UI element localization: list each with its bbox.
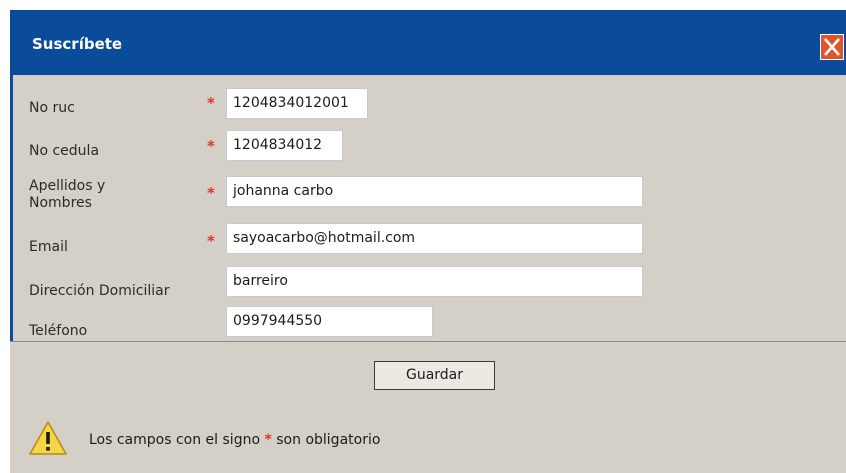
email-required-marker: * (207, 232, 215, 250)
note-text-before: Los campos con el signo (89, 432, 261, 448)
names-input[interactable]: johanna carbo (226, 176, 643, 207)
dialog-titlebar: Suscríbete (10, 10, 846, 75)
note-text-after: son obligatorio (276, 432, 381, 448)
dialog-title: Suscríbete (32, 35, 123, 53)
close-icon (824, 38, 840, 56)
ruc-label: No ruc (29, 100, 75, 116)
phone-label: Teléfono (29, 323, 88, 339)
names-required-marker: * (207, 184, 215, 202)
address-label: Dirección Domiciliar (29, 283, 170, 299)
ruc-input[interactable]: 1204834012001 (226, 88, 368, 119)
names-label: Apellidos y Nombres (29, 178, 106, 211)
cedula-required-marker: * (207, 137, 215, 155)
save-button[interactable]: Guardar (374, 361, 495, 390)
address-input[interactable]: barreiro (226, 266, 643, 297)
close-button[interactable] (820, 34, 844, 60)
cedula-label: No cedula (29, 143, 100, 159)
ruc-required-marker: * (207, 94, 215, 112)
email-label: Email (29, 239, 68, 255)
note-required-marker: * (264, 432, 272, 448)
phone-input[interactable]: 0997944550 (226, 306, 433, 337)
email-input[interactable]: sayoacarbo@hotmail.com (226, 223, 643, 254)
required-fields-note: Los campos con el signo * son obligatori… (89, 432, 380, 448)
subscribe-dialog: Suscríbete No ruc * 1204834012001 No ced… (10, 10, 846, 473)
warning-icon (29, 421, 67, 455)
cedula-input[interactable]: 1204834012 (226, 130, 343, 161)
